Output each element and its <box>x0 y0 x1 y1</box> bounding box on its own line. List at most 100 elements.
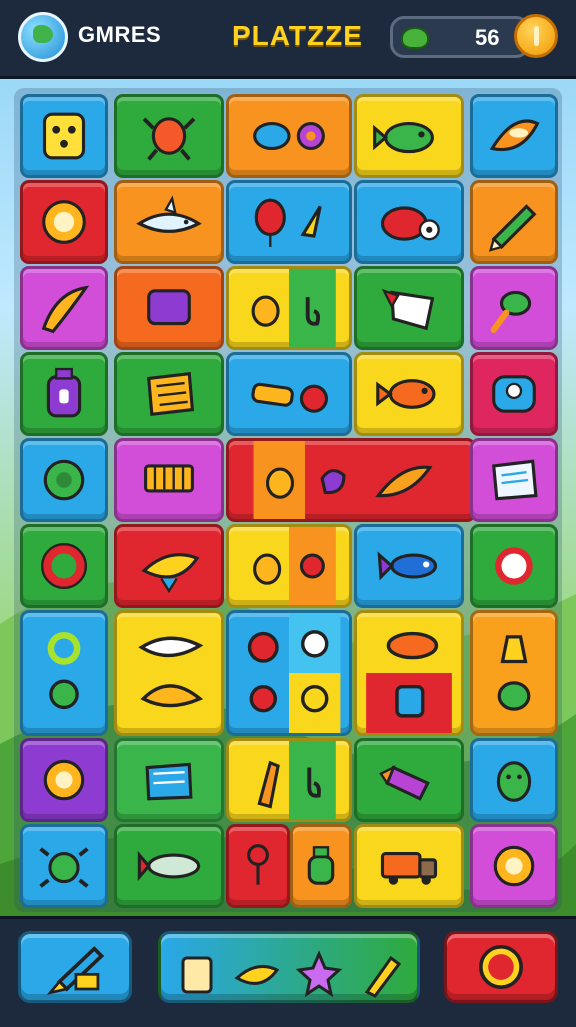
shark-icon <box>136 195 202 233</box>
tile-robot[interactable] <box>470 352 558 436</box>
gear-icon <box>497 635 531 711</box>
tile-crab[interactable] <box>114 94 224 178</box>
tile-blimp[interactable] <box>114 824 224 908</box>
green-egg-icon <box>496 761 532 802</box>
tile-yellow-block[interactable] <box>20 94 108 178</box>
pin-icon <box>247 844 269 885</box>
score-value: 56 <box>475 25 500 50</box>
tile-green-sun[interactable] <box>20 438 108 522</box>
score-counter: 56 <box>390 16 530 58</box>
tray-item-crayon[interactable] <box>357 948 409 1000</box>
tile-blue-fish[interactable] <box>226 94 352 178</box>
tile-dragonfly[interactable] <box>470 266 558 350</box>
ring-icon <box>495 547 533 585</box>
chick-icon <box>251 269 336 347</box>
purple-box-icon <box>147 289 191 326</box>
tile-jar[interactable] <box>290 824 352 908</box>
yellow-block-icon <box>42 112 86 160</box>
tile-orange-fish[interactable] <box>354 352 464 436</box>
games-label[interactable]: GMRES <box>78 22 161 48</box>
game-board <box>14 88 562 912</box>
banana-icon <box>41 285 90 334</box>
tile-gear[interactable] <box>470 610 558 736</box>
bird-icon <box>234 964 280 985</box>
tile-white-fish[interactable] <box>114 610 224 736</box>
duck-icon <box>253 441 433 519</box>
bottom-bar <box>0 916 576 1027</box>
tile-bottle[interactable] <box>20 352 108 436</box>
coin-icon[interactable] <box>514 14 558 58</box>
tile-green-fish[interactable] <box>354 94 464 178</box>
cart-icon <box>144 464 194 493</box>
bottle-icon <box>46 367 82 418</box>
tile-sunflower[interactable] <box>470 824 558 908</box>
tile-red-fish[interactable] <box>354 610 464 736</box>
tile-teddy[interactable] <box>226 738 352 822</box>
bread-icon <box>251 382 328 413</box>
tile-crate[interactable] <box>114 352 224 436</box>
teddy-icon <box>257 741 336 819</box>
flag-icon <box>381 288 435 331</box>
record-button[interactable] <box>444 931 558 1003</box>
pencil-tube-icon <box>379 765 430 801</box>
dragonfly-icon <box>490 290 532 333</box>
blimp-icon <box>137 850 201 882</box>
tile-corn[interactable] <box>114 738 224 822</box>
tile-bread[interactable] <box>226 352 352 436</box>
tile-apple[interactable] <box>226 610 352 736</box>
tile-letter[interactable] <box>470 438 558 522</box>
pencil-icon <box>488 204 537 252</box>
top-bar: GMRES PLATZZE 56 <box>0 0 576 79</box>
tile-rocket-fish[interactable] <box>354 524 464 608</box>
tile-shark[interactable] <box>114 180 224 264</box>
red-bird-icon <box>380 206 440 241</box>
tile-yellow-fish[interactable] <box>114 524 224 608</box>
tray-item-milk-box[interactable] <box>171 948 223 1000</box>
star-icon <box>295 950 343 998</box>
balloon-icon <box>254 198 322 247</box>
green-fish-icon <box>373 121 434 154</box>
bee-icon <box>253 527 336 605</box>
book-icon <box>43 759 85 801</box>
crab-icon <box>142 117 196 161</box>
tile-book[interactable] <box>20 738 108 822</box>
paint-tool-button[interactable] <box>18 931 132 1003</box>
tray-item-star[interactable] <box>293 948 345 1000</box>
tile-flag[interactable] <box>354 266 464 350</box>
tile-red-bird[interactable] <box>354 180 464 264</box>
sunflower-icon <box>493 845 535 887</box>
tile-banana[interactable] <box>20 266 108 350</box>
tile-pin[interactable] <box>226 824 290 908</box>
milk-box-icon <box>181 956 213 994</box>
green-sun-icon <box>43 459 85 501</box>
leaf-icon <box>401 27 429 49</box>
tile-ring[interactable] <box>470 524 558 608</box>
tile-pencil-tube[interactable] <box>354 738 464 822</box>
crayon-icon <box>364 955 402 998</box>
tile-bee[interactable] <box>226 524 352 608</box>
red-ring-icon <box>40 542 88 590</box>
tile-boat[interactable] <box>470 94 558 178</box>
tile-red-ring[interactable] <box>20 524 108 608</box>
tile-duck[interactable] <box>226 438 476 522</box>
tile-cart[interactable] <box>114 438 224 522</box>
tile-purple-box[interactable] <box>114 266 224 350</box>
tile-green-egg[interactable] <box>470 738 558 822</box>
jar-icon <box>307 846 335 885</box>
yellow-fish-icon <box>141 553 200 594</box>
red-fish-icon <box>366 631 452 733</box>
crate-icon <box>147 371 195 417</box>
orange-fish-icon <box>376 379 436 409</box>
tile-bug[interactable] <box>20 824 108 908</box>
truck-icon <box>380 851 438 885</box>
tray-item-bird[interactable] <box>231 948 283 1000</box>
tile-truck[interactable] <box>354 824 464 908</box>
globe-icon[interactable] <box>18 12 68 62</box>
letter-icon <box>492 459 538 501</box>
lime-ring-icon <box>47 632 81 710</box>
tile-lime-ring[interactable] <box>20 610 108 736</box>
tile-chick[interactable] <box>226 266 352 350</box>
tile-balloon[interactable] <box>226 180 352 264</box>
tile-pencil[interactable] <box>470 180 558 264</box>
tile-sun-gear[interactable] <box>20 180 108 264</box>
